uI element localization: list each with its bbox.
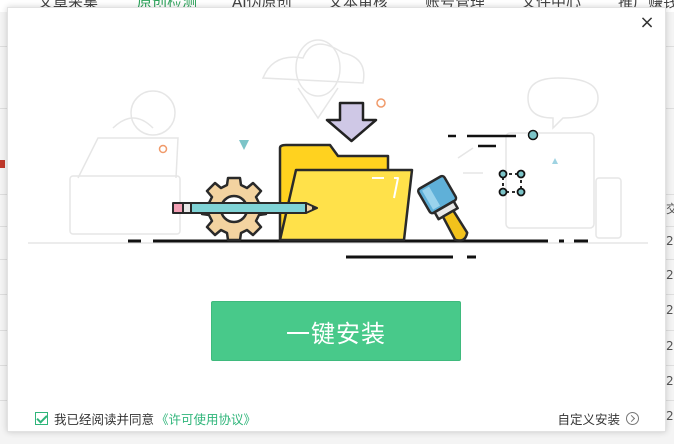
agree-text: 我已经阅读并同意	[54, 412, 155, 427]
deco-dot	[527, 129, 539, 141]
pencil-icon	[172, 202, 318, 214]
deco-triangle	[239, 140, 249, 150]
paint-brush-icon	[416, 174, 469, 242]
license-agreement-link[interactable]: 《许可使用协议》	[156, 409, 256, 428]
bg-cell: 2	[666, 409, 674, 423]
deco-circle	[158, 144, 168, 154]
selection-handles-icon	[498, 169, 526, 197]
folder-icon	[278, 143, 414, 242]
custom-install-label: 自定义安装	[557, 412, 620, 427]
bg-cell: 2	[666, 234, 674, 248]
deco-circle	[376, 98, 386, 108]
one-click-install-button[interactable]: 一键安装	[211, 301, 461, 361]
install-illustration	[28, 39, 648, 259]
deco-triangle	[552, 158, 558, 164]
bg-cell: 2	[666, 268, 674, 282]
agreement-row: 我已经阅读并同意 《许可使用协议》	[35, 409, 256, 428]
chevron-right-circle-icon	[626, 412, 639, 425]
custom-install-button[interactable]: 自定义安装	[557, 409, 639, 428]
bg-cell: 2	[666, 303, 674, 317]
installer-dialog: × 一键安装 我已经阅读并同意 《许可使用协议》 自定义安装	[7, 7, 666, 432]
download-arrow-icon	[325, 101, 378, 143]
bg-cell: 2	[666, 374, 674, 388]
bg-error-mark	[0, 160, 5, 168]
bg-cell: 2	[666, 339, 674, 353]
bg-cell: 交	[666, 202, 674, 216]
agree-checkbox[interactable]	[35, 412, 48, 425]
